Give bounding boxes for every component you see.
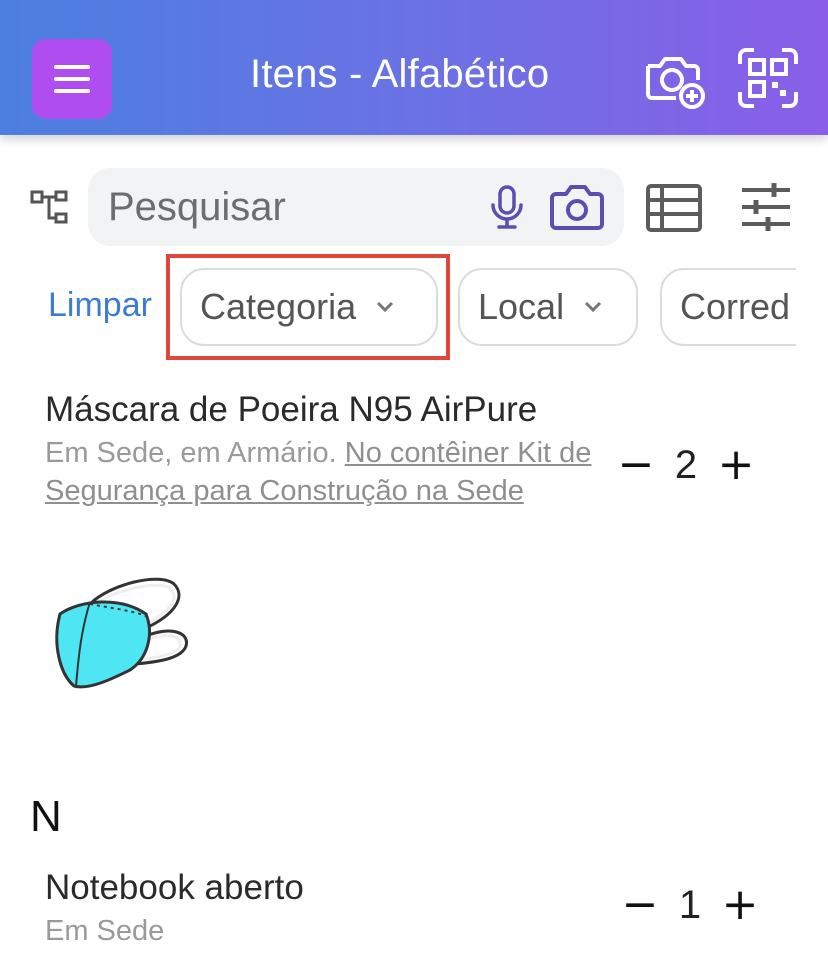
menu-button[interactable] xyxy=(32,39,112,119)
tree-icon[interactable] xyxy=(30,188,70,228)
chip-label: Local xyxy=(478,286,565,327)
increment-button[interactable]: + xyxy=(716,440,756,490)
filter-chips: Categoria Local Corred xyxy=(176,266,796,350)
qr-scan-icon[interactable] xyxy=(736,46,800,110)
aisle-filter-chip[interactable]: Corred xyxy=(660,268,796,346)
search-bar xyxy=(88,168,624,246)
quantity-stepper: − 2 + xyxy=(616,440,756,490)
camera-add-icon[interactable] xyxy=(642,46,706,110)
decrement-button[interactable]: − xyxy=(616,440,656,490)
clear-filters-button[interactable]: Limpar xyxy=(48,286,152,325)
section-header: N xyxy=(30,792,62,841)
item-location: Em Sede, em Armário. No contêiner Kit de… xyxy=(45,434,605,510)
app-header: Itens - Alfabético xyxy=(0,0,828,135)
chevron-down-icon xyxy=(377,301,394,313)
decrement-button[interactable]: − xyxy=(620,880,660,930)
page-title: Itens - Alfabético xyxy=(250,52,550,96)
quantity-value: 1 xyxy=(678,882,702,927)
location-text: Em Sede, em Armário. xyxy=(45,437,337,469)
menu-icon xyxy=(54,65,90,69)
item-name[interactable]: Máscara de Poeira N95 AirPure xyxy=(45,390,537,430)
mic-icon[interactable] xyxy=(484,184,530,230)
chevron-down-icon xyxy=(585,301,602,313)
chip-label: Categoria xyxy=(200,286,357,327)
camera-icon[interactable] xyxy=(548,184,606,230)
list-view-icon[interactable] xyxy=(646,184,702,232)
filter-sliders-icon[interactable] xyxy=(740,182,792,232)
item-location: Em Sede xyxy=(45,915,165,947)
location-filter-chip[interactable]: Local xyxy=(458,268,638,346)
item-name[interactable]: Notebook aberto xyxy=(45,868,304,908)
search-input[interactable] xyxy=(108,182,468,232)
chip-label: Corred xyxy=(680,286,791,327)
increment-button[interactable]: + xyxy=(720,880,760,930)
item-image-mask[interactable] xyxy=(50,574,192,696)
quantity-value: 2 xyxy=(674,442,698,487)
category-filter-chip[interactable]: Categoria xyxy=(180,268,438,346)
quantity-stepper: − 1 + xyxy=(620,880,760,930)
